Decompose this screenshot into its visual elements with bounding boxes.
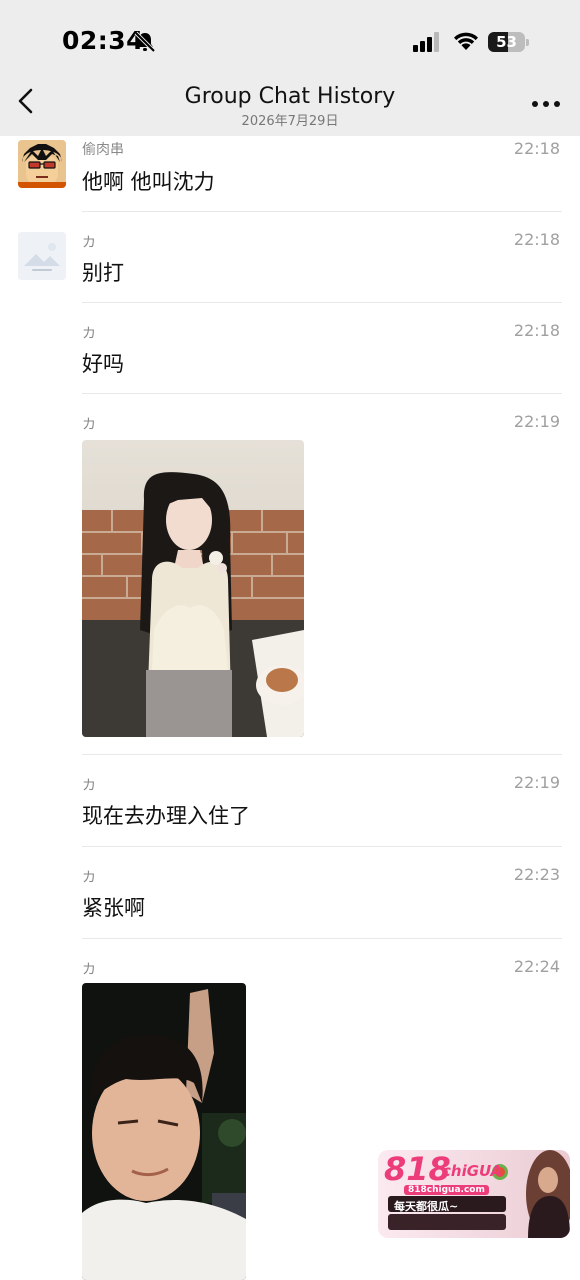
- message-photo[interactable]: [82, 983, 246, 1280]
- watermark-url: 818chigua.com: [404, 1185, 489, 1195]
- message-text[interactable]: 现在去办理入住了: [82, 800, 250, 830]
- message-text[interactable]: 他啊 他叫沈力: [82, 166, 215, 196]
- page-title: Group Chat History: [184, 84, 396, 109]
- message-item[interactable]: カ 22:18 好吗: [0, 303, 580, 394]
- wifi-icon: [454, 32, 478, 50]
- watermark-brand-suffix: chiGUA: [442, 1162, 503, 1180]
- message-time: 22:18: [513, 139, 560, 158]
- sender-name: カ: [82, 417, 96, 433]
- sender-name: カ: [82, 326, 96, 342]
- navigation-bar: Group Chat History 2026年7月29日: [0, 72, 580, 136]
- cartoon-avatar-icon: [18, 140, 66, 188]
- sender-name: カ: [82, 235, 96, 251]
- message-text[interactable]: 别打: [82, 257, 124, 287]
- battery-indicator: 53: [488, 32, 530, 54]
- sender-name: カ: [82, 870, 96, 886]
- message-time: 22:19: [513, 412, 560, 431]
- message-item[interactable]: カ 22:23 紧张啊: [0, 847, 580, 939]
- sender-avatar[interactable]: [18, 232, 66, 280]
- watermark-brand: 818: [384, 1150, 451, 1188]
- message-list[interactable]: 偷肉串 22:18 他啊 他叫沈力 カ 22:18 别打 カ 22:18 好吗 …: [0, 136, 580, 1280]
- status-bar: 02:34 53: [0, 0, 580, 72]
- placeholder-image-icon: [18, 232, 66, 280]
- watermark-banner[interactable]: 818 chiGUA 818chigua.com 每天都很瓜~: [378, 1150, 570, 1238]
- bell-muted-icon: [134, 31, 156, 53]
- battery-percentage: 53: [496, 33, 517, 51]
- sender-name: 偷肉串: [82, 142, 124, 158]
- message-time: 22:19: [513, 773, 560, 792]
- message-text[interactable]: 紧张啊: [82, 892, 145, 922]
- message-item[interactable]: 偷肉串 22:18 他啊 他叫沈力: [0, 136, 580, 212]
- sender-name: カ: [82, 962, 96, 978]
- message-photo[interactable]: [82, 440, 304, 737]
- message-time: 22:24: [513, 957, 560, 976]
- photo-woman-image: [82, 440, 304, 737]
- status-time: 02:34: [62, 26, 145, 55]
- watermark-slogan: 每天都很瓜~: [394, 1200, 459, 1213]
- message-time: 22:23: [513, 865, 560, 884]
- message-text[interactable]: 好吗: [82, 348, 124, 378]
- photo-man-image: [82, 983, 246, 1280]
- message-item[interactable]: カ 22:18 别打: [0, 212, 580, 303]
- message-item[interactable]: カ 22:19: [0, 394, 580, 755]
- message-time: 22:18: [513, 321, 560, 340]
- sender-avatar[interactable]: [18, 140, 66, 188]
- page-date: 2026年7月29日: [241, 114, 339, 129]
- cellular-signal-icon: [413, 32, 439, 52]
- more-options-icon[interactable]: [528, 92, 564, 116]
- message-time: 22:18: [513, 230, 560, 249]
- sender-name: カ: [82, 778, 96, 794]
- message-item[interactable]: カ 22:19 现在去办理入住了: [0, 755, 580, 847]
